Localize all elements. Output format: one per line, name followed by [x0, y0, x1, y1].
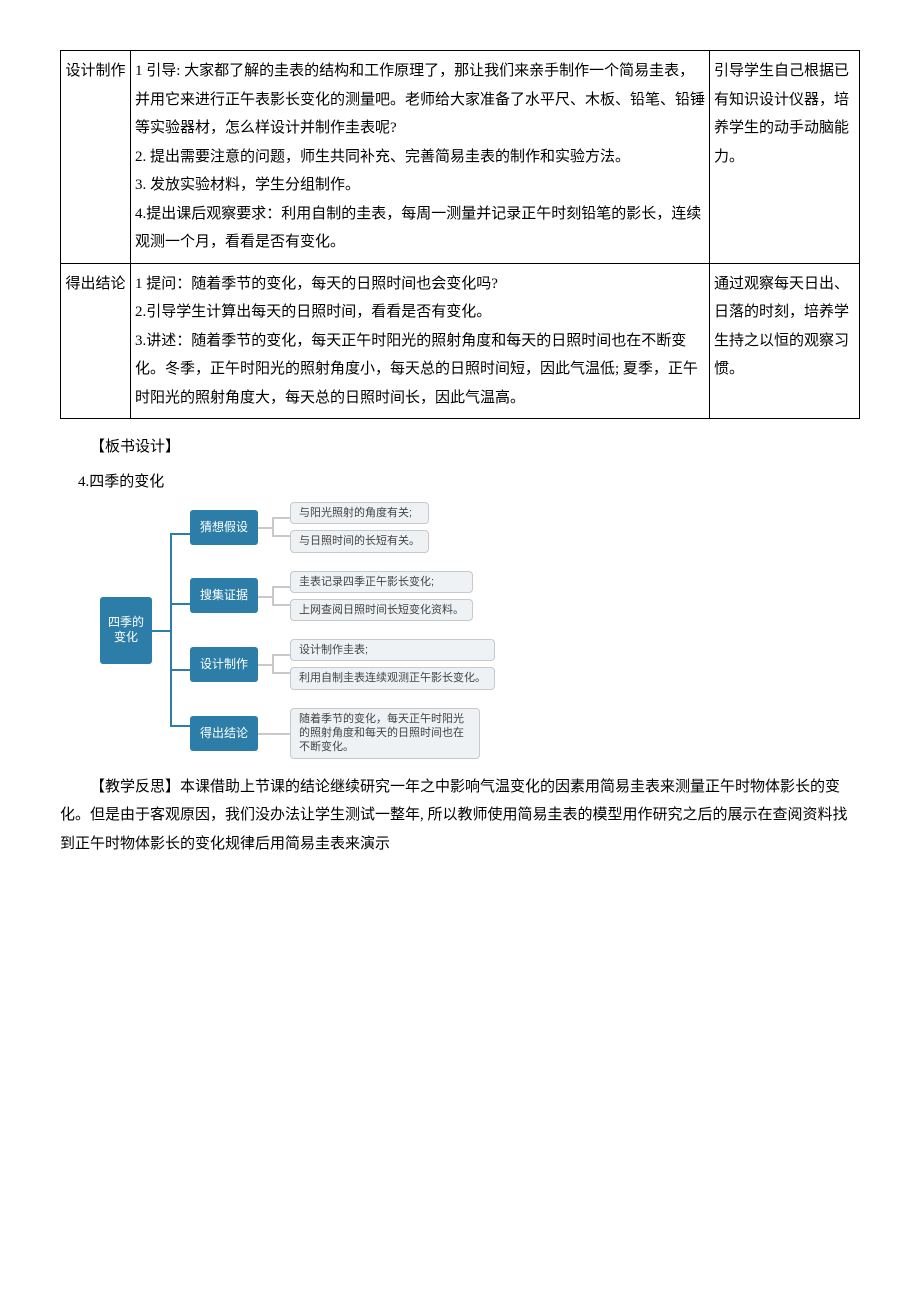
branch-label: 搜集证据 [190, 578, 258, 613]
branch-label: 猜想假设 [190, 510, 258, 545]
table-row: 设计制作 1 引导: 大家都了解的圭表的结构和工作原理了，那让我们来亲手制作一个… [61, 51, 860, 264]
branch-label: 得出结论 [190, 716, 258, 751]
row-body-conclusion: 1 提问：随着季节的变化，每天的日照时间也会变化吗?2.引导学生计算出每天的日照… [131, 263, 710, 419]
branch-evidence: 搜集证据 圭表记录四季正午影长变化; 上网查阅日照时间长短变化资料。 [190, 571, 495, 622]
board-design-heading: 【板书设计】 [60, 433, 860, 462]
diagram-branches: 猜想假设 与阳光照射的角度有关; 与日照时间的长短有关。 搜集证据 圭表记录四季… [190, 502, 495, 759]
diagram-root: 四季的变化 [100, 597, 152, 664]
teaching-reflection: 【教学反思】本课借助上节课的结论继续研究一年之中影响气温变化的因素用简易圭表来测… [60, 773, 860, 859]
lesson-plan-table: 设计制作 1 引导: 大家都了解的圭表的结构和工作原理了，那让我们来亲手制作一个… [60, 50, 860, 419]
table-row: 得出结论 1 提问：随着季节的变化，每天的日照时间也会变化吗?2.引导学生计算出… [61, 263, 860, 419]
branch-design: 设计制作 设计制作圭表; 利用自制圭表连续观测正午影长变化。 [190, 639, 495, 690]
leaf-item: 随着季节的变化，每天正午时阳光的照射角度和每天的日照时间也在不断变化。 [290, 708, 480, 759]
branch-conclusion: 得出结论 随着季节的变化，每天正午时阳光的照射角度和每天的日照时间也在不断变化。 [190, 708, 495, 759]
branch-label: 设计制作 [190, 647, 258, 682]
leaf-item: 与阳光照射的角度有关; [290, 502, 429, 524]
branch-hypothesis: 猜想假设 与阳光照射的角度有关; 与日照时间的长短有关。 [190, 502, 495, 553]
diagram-connector [152, 515, 190, 745]
leaf-item: 与日照时间的长短有关。 [290, 530, 429, 552]
mind-map-diagram: 四季的变化 猜想假设 与阳光照射的角度有关; 与日照时间的长短有关。 搜集证据 … [100, 502, 860, 759]
row-note-conclusion: 通过观察每天日出、日落的时刻，培养学生持之以恒的观察习惯。 [710, 263, 860, 419]
row-note-design: 引导学生自己根据已有知识设计仪器，培养学生的动手动脑能力。 [710, 51, 860, 264]
row-label-design: 设计制作 [61, 51, 131, 264]
leaf-item: 设计制作圭表; [290, 639, 495, 661]
leaf-item: 上网查阅日照时间长短变化资料。 [290, 599, 473, 621]
row-label-conclusion: 得出结论 [61, 263, 131, 419]
lesson-title: 4.四季的变化 [78, 468, 860, 497]
row-body-design: 1 引导: 大家都了解的圭表的结构和工作原理了，那让我们来亲手制作一个简易圭表，… [131, 51, 710, 264]
leaf-item: 圭表记录四季正午影长变化; [290, 571, 473, 593]
leaf-item: 利用自制圭表连续观测正午影长变化。 [290, 667, 495, 689]
